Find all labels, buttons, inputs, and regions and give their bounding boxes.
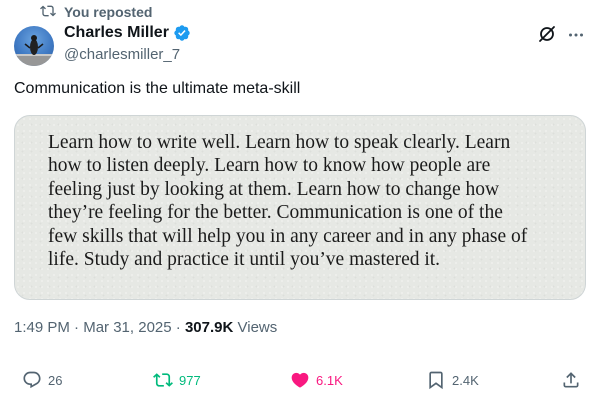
share-icon xyxy=(561,370,581,390)
bookmark-count: 2.4K xyxy=(452,372,479,388)
verified-badge-icon[interactable] xyxy=(173,24,191,42)
more-icon[interactable] xyxy=(568,27,584,43)
author-name[interactable]: Charles Miller xyxy=(64,24,191,42)
bookmark-icon xyxy=(426,370,446,390)
repost-indicator[interactable]: You reposted xyxy=(40,3,152,21)
avatar[interactable] xyxy=(14,26,54,66)
grok-icon[interactable] xyxy=(537,24,557,44)
quote-line: how to listen deeply. Learn how to know … xyxy=(48,155,491,177)
quote-line: Learn how to write well. Learn how to sp… xyxy=(48,132,511,153)
views-count[interactable]: 307.9K xyxy=(185,319,233,336)
bookmark-button[interactable]: 2.4K xyxy=(426,368,479,392)
tweet-date[interactable]: Mar 31, 2025 xyxy=(83,319,171,336)
quote-line: feeling just by looking at them. Learn h… xyxy=(48,178,500,200)
like-count: 6.1K xyxy=(316,372,343,388)
author-handle[interactable]: @charlesmiller_7 xyxy=(64,46,180,63)
reply-count: 26 xyxy=(48,372,63,388)
quote-line: life. Study and practice it until you’ve… xyxy=(48,249,441,271)
repost-button[interactable]: 977 xyxy=(153,368,201,392)
retweet-icon xyxy=(40,3,56,22)
heart-icon xyxy=(290,370,310,390)
like-button[interactable]: 6.1K xyxy=(290,368,343,392)
quote-line: few skills that will help you in any car… xyxy=(48,225,528,247)
reply-button[interactable]: 26 xyxy=(22,368,62,392)
repost-count: 977 xyxy=(179,372,201,388)
meta-separator: · xyxy=(175,319,181,336)
author-display-name[interactable]: Charles Miller xyxy=(64,24,169,42)
repost-label: You reposted xyxy=(64,4,153,20)
retweet-icon xyxy=(153,370,173,390)
quote-line: they’re feeling for the better. Communic… xyxy=(48,202,503,224)
tweet-meta: 1:49 PM · Mar 31, 2025 · 307.9K Views xyxy=(14,319,277,336)
share-button[interactable] xyxy=(561,368,581,392)
tweet-time[interactable]: 1:49 PM xyxy=(14,319,70,336)
meta-separator: · xyxy=(74,319,80,336)
tweet-text: Communication is the ultimate meta-skill xyxy=(14,80,301,97)
views-label: Views xyxy=(237,319,278,336)
reply-icon xyxy=(22,370,42,390)
quote-text: Learn how to write well. Learn how to sp… xyxy=(48,131,568,271)
action-bar: 26 977 6.1K 2.4K xyxy=(0,368,600,392)
